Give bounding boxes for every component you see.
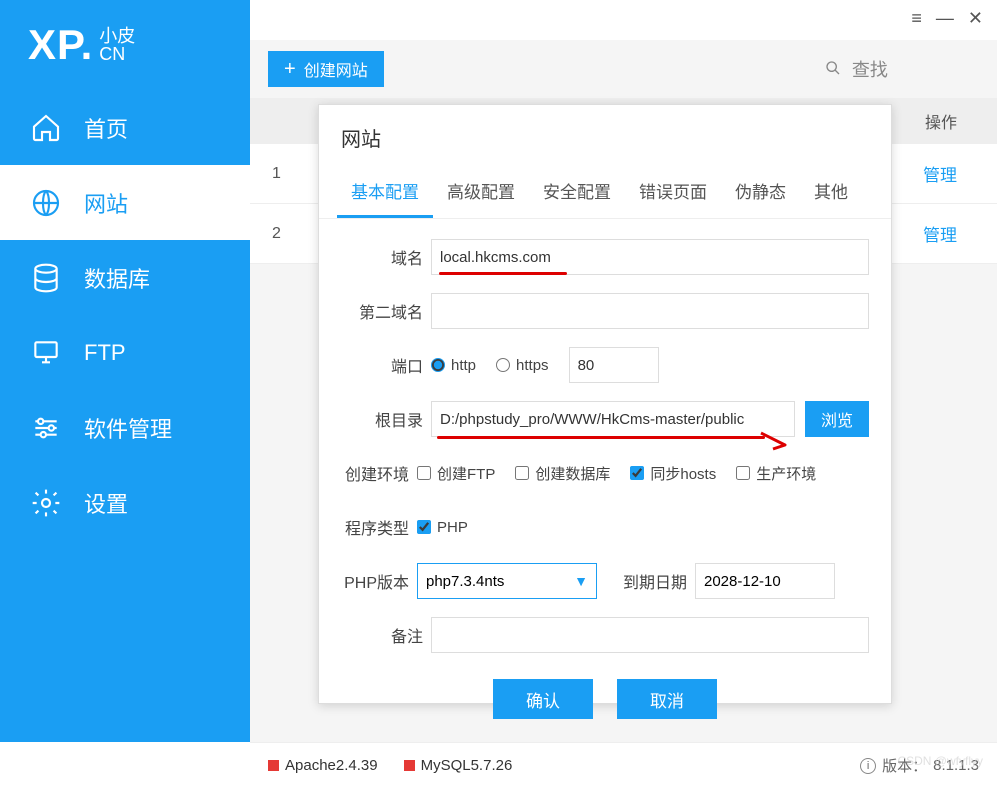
minimize-icon[interactable]: — [936,8,954,29]
annotation-underline [439,272,567,275]
modal-form: 域名 第二域名 端口 http https 根目录 浏览 创建环境 [319,219,891,719]
check-hosts-input[interactable] [630,466,644,480]
sidebar-item-ftp[interactable]: FTP [0,315,250,390]
search-area[interactable]: 查找 [734,56,979,82]
sidebar-item-label: 软件管理 [84,412,172,444]
check-ftp-input[interactable] [417,466,431,480]
note-input[interactable] [431,617,869,653]
php-version-select[interactable]: php7.3.4nts ▼ [417,563,597,599]
check-php[interactable]: PHP [417,519,468,536]
menu-icon[interactable]: ≡ [911,8,922,29]
tab-basic[interactable]: 基本配置 [337,166,433,218]
chevron-down-icon: ▼ [574,573,588,589]
cancel-button[interactable]: 取消 [617,679,717,719]
expire-input[interactable] [695,563,835,599]
label-phpver: PHP版本 [341,569,409,593]
create-website-button[interactable]: + 创建网站 [268,51,384,87]
logo-small: 小皮 [99,27,135,45]
sidebar-item-website[interactable]: 网站 [0,165,250,240]
logo-cn: 小皮 CN [99,27,135,63]
home-icon [30,112,62,144]
ftp-icon [30,337,62,369]
radio-https[interactable]: https [496,357,549,374]
column-op: 操作 [925,109,957,133]
php-version-value: php7.3.4nts [426,573,504,590]
label-expire: 到期日期 [613,569,687,593]
radio-https-input[interactable] [496,358,510,372]
domain-input[interactable] [431,239,869,275]
manage-link[interactable]: 管理 [923,221,957,246]
tab-other[interactable]: 其他 [800,166,862,218]
row-number: 1 [272,165,281,183]
root-input[interactable] [431,401,795,437]
sidebar-item-home[interactable]: 首页 [0,90,250,165]
info-icon[interactable]: i [860,758,876,774]
domain2-input[interactable] [431,293,869,329]
status-mysql: MySQL5.7.26 [421,757,513,774]
modal-title: 网站 [319,105,891,166]
tab-security[interactable]: 安全配置 [529,166,625,218]
tab-rewrite[interactable]: 伪静态 [721,166,800,218]
search-label: 查找 [852,60,888,80]
sidebar-item-label: 网站 [84,187,128,219]
sidebar: XP. 小皮 CN 首页 网站 数据库 FTP 软件管理 设置 [0,0,250,742]
website-modal: 网站 基本配置 高级配置 安全配置 错误页面 伪静态 其他 域名 第二域名 端口… [318,104,892,704]
sidebar-item-label: 设置 [84,487,128,519]
label-ptype: 程序类型 [341,515,409,539]
modal-tabs: 基本配置 高级配置 安全配置 错误页面 伪静态 其他 [319,166,891,219]
status-apache: Apache2.4.39 [285,757,378,774]
label-domain: 域名 [341,245,423,269]
status-indicator-mysql [404,760,415,771]
status-indicator-apache [268,760,279,771]
database-icon [30,262,62,294]
check-ftp[interactable]: 创建FTP [417,463,495,484]
statusbar: Apache2.4.39 MySQL5.7.26 i 版本： 8.1.1.3 [250,742,997,788]
sidebar-item-label: 数据库 [84,262,150,294]
close-icon[interactable]: ✕ [968,8,983,29]
label-root: 根目录 [341,407,423,431]
search-icon [825,60,846,80]
toolbar: + 创建网站 查找 [250,40,997,98]
window-controls: ≡ — ✕ [911,8,983,29]
row-number: 2 [272,225,281,243]
label-port: 端口 [341,353,423,377]
sliders-icon [30,412,62,444]
radio-http[interactable]: http [431,357,476,374]
manage-link[interactable]: 管理 [923,161,957,186]
sidebar-item-label: 首页 [84,112,128,144]
sidebar-item-software[interactable]: 软件管理 [0,390,250,465]
watermark: CSDN @wfyflyy [897,754,983,768]
check-prod[interactable]: 生产环境 [736,463,816,484]
logo-xp: XP. [28,21,93,69]
sidebar-item-database[interactable]: 数据库 [0,240,250,315]
sidebar-item-settings[interactable]: 设置 [0,465,250,540]
logo-cn-text: CN [99,45,135,63]
label-env: 创建环境 [341,461,409,485]
confirm-button[interactable]: 确认 [493,679,593,719]
modal-buttons: 确认 取消 [341,679,869,719]
check-hosts[interactable]: 同步hosts [630,463,716,484]
annotation-arrow [759,431,789,453]
check-php-input[interactable] [417,520,431,534]
check-db[interactable]: 创建数据库 [515,463,610,484]
radio-http-input[interactable] [431,358,445,372]
globe-icon [30,187,62,219]
logo: XP. 小皮 CN [0,0,250,90]
sidebar-item-label: FTP [84,340,126,366]
label-domain2: 第二域名 [341,299,423,323]
plus-icon: + [284,58,296,81]
check-db-input[interactable] [515,466,529,480]
browse-button[interactable]: 浏览 [805,401,869,437]
check-prod-input[interactable] [736,466,750,480]
create-button-label: 创建网站 [304,57,368,81]
port-input[interactable] [569,347,659,383]
tab-advanced[interactable]: 高级配置 [433,166,529,218]
label-note: 备注 [341,623,423,647]
tab-error[interactable]: 错误页面 [625,166,721,218]
gear-icon [30,487,62,519]
annotation-underline [437,436,765,439]
